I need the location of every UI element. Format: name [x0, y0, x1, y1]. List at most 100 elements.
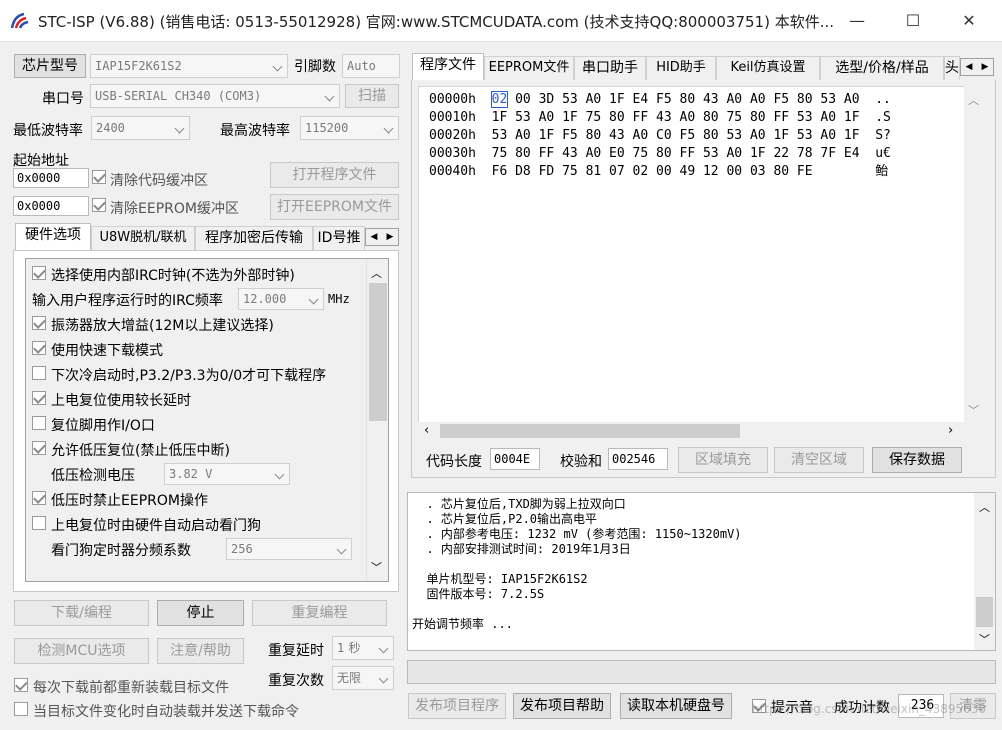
- auto-reload-checkbox[interactable]: [14, 702, 28, 716]
- hex-byte[interactable]: 53: [797, 128, 813, 143]
- hex-byte[interactable]: A0: [515, 128, 531, 143]
- publish-help-button[interactable]: 发布项目帮助: [513, 693, 611, 719]
- hex-byte[interactable]: 75: [726, 110, 742, 125]
- hex-byte[interactable]: FF: [773, 110, 789, 125]
- pins-select[interactable]: Auto: [342, 54, 400, 78]
- hex-byte[interactable]: 7F: [820, 146, 836, 161]
- irc-freq-select[interactable]: 12.000: [238, 288, 324, 310]
- reset-pin-io-checkbox[interactable]: [32, 416, 46, 430]
- options-scroll-thumb[interactable]: [369, 283, 387, 421]
- hex-byte[interactable]: 43: [656, 110, 672, 125]
- hex-byte[interactable]: 1F: [750, 146, 766, 161]
- open-eeprom-file-button[interactable]: 打开EEPROM文件: [270, 194, 399, 220]
- hex-byte[interactable]: FF: [680, 146, 696, 161]
- clear-region-button[interactable]: 清空区域: [774, 447, 864, 473]
- hex-byte[interactable]: 1F: [844, 110, 860, 125]
- open-program-file-button[interactable]: 打开程序文件: [270, 162, 399, 188]
- tab-hardware-options[interactable]: 硬件选项: [15, 223, 91, 250]
- hex-byte[interactable]: E0: [609, 146, 625, 161]
- hex-byte[interactable]: 53: [726, 128, 742, 143]
- code-start-address-input[interactable]: 0x0000: [13, 168, 89, 188]
- hex-byte[interactable]: 1F: [539, 128, 555, 143]
- hex-vscrollbar[interactable]: ︿ ﹀: [964, 86, 984, 424]
- tab-hid-assistant[interactable]: HID助手: [646, 56, 716, 80]
- hex-byte[interactable]: FD: [539, 164, 555, 179]
- hex-scroll-down-icon[interactable]: ﹀: [968, 402, 979, 418]
- log-scrollbar[interactable]: ︿ ﹀: [974, 493, 995, 650]
- hex-byte[interactable]: 49: [680, 164, 696, 179]
- hex-byte[interactable]: 43: [562, 146, 578, 161]
- hex-byte[interactable]: F5: [656, 92, 672, 107]
- hex-byte[interactable]: 80: [703, 110, 719, 125]
- left-tab-scroll[interactable]: ◀ ▶: [365, 228, 399, 246]
- hex-scroll-left-icon[interactable]: ‹: [424, 423, 429, 438]
- hex-byte[interactable]: 03: [750, 164, 766, 179]
- region-fill-button[interactable]: 区域填充: [678, 447, 768, 473]
- tab-keil-sim[interactable]: Keil仿真设置: [716, 56, 820, 80]
- hex-byte[interactable]: 00: [726, 164, 742, 179]
- hex-byte[interactable]: D8: [515, 164, 531, 179]
- repeat-program-button[interactable]: 重复编程: [252, 600, 387, 626]
- chip-model-select[interactable]: IAP15F2K61S2: [90, 54, 288, 78]
- hex-byte[interactable]: 80: [656, 146, 672, 161]
- hex-byte[interactable]: 80: [797, 92, 813, 107]
- options-scrollbar[interactable]: ︿ ﹀: [366, 259, 388, 581]
- hex-byte[interactable]: 80: [773, 164, 789, 179]
- hex-byte[interactable]: A0: [539, 110, 555, 125]
- max-baud-select[interactable]: 115200: [300, 116, 399, 140]
- hex-byte[interactable]: A0: [586, 92, 602, 107]
- hex-byte[interactable]: A0: [844, 92, 860, 107]
- maximize-button[interactable]: ☐: [890, 0, 936, 42]
- minimize-button[interactable]: —: [834, 0, 880, 42]
- read-disk-id-button[interactable]: 读取本机硬盘号: [620, 693, 732, 719]
- lv-eeprom-checkbox[interactable]: [32, 491, 46, 505]
- hex-byte[interactable]: 3D: [539, 92, 555, 107]
- hex-byte[interactable]: F5: [562, 128, 578, 143]
- hex-byte[interactable]: 1F: [609, 92, 625, 107]
- hex-view[interactable]: 00000h 02 00 3D 53 A0 1F E4 F5 80 43 A0 …: [418, 86, 966, 440]
- hex-byte[interactable]: A0: [726, 92, 742, 107]
- hex-byte[interactable]: 1F: [844, 128, 860, 143]
- hex-byte[interactable]: 75: [633, 146, 649, 161]
- tab-encrypt[interactable]: 程序加密后传输: [195, 226, 313, 250]
- hex-byte[interactable]: 80: [750, 110, 766, 125]
- hex-byte[interactable]: A0: [586, 146, 602, 161]
- download-program-button[interactable]: 下载/编程: [14, 600, 149, 626]
- save-data-button[interactable]: 保存数据: [872, 447, 962, 473]
- left-tab-next-icon[interactable]: ▶: [382, 229, 398, 245]
- osc-gain-checkbox[interactable]: [32, 316, 46, 330]
- hex-byte[interactable]: F5: [680, 128, 696, 143]
- hex-byte[interactable]: E4: [633, 92, 649, 107]
- hex-byte[interactable]: 80: [586, 128, 602, 143]
- hex-byte[interactable]: A0: [633, 128, 649, 143]
- hex-byte[interactable]: A0: [820, 128, 836, 143]
- hex-byte[interactable]: A0: [750, 92, 766, 107]
- hex-byte[interactable]: A0: [750, 128, 766, 143]
- repeat-delay-select[interactable]: 1 秒: [332, 636, 394, 660]
- right-tab-prev-icon[interactable]: ◀: [961, 59, 977, 75]
- hex-byte[interactable]: 80: [515, 146, 531, 161]
- p32-p33-checkbox[interactable]: [32, 366, 46, 380]
- irc-clock-checkbox[interactable]: [32, 266, 46, 280]
- log-scroll-thumb[interactable]: [976, 597, 993, 627]
- left-tab-prev-icon[interactable]: ◀: [366, 229, 382, 245]
- scroll-up-icon[interactable]: ︿: [371, 265, 382, 281]
- hex-byte[interactable]: 80: [703, 128, 719, 143]
- clear-eeprom-buffer-checkbox[interactable]: [92, 198, 106, 212]
- hex-byte[interactable]: 02: [633, 164, 649, 179]
- log-scroll-down-icon[interactable]: ﹀: [979, 631, 990, 647]
- hex-byte[interactable]: 22: [773, 146, 789, 161]
- tab-selection-price[interactable]: 选型/价格/样品: [820, 56, 944, 80]
- hex-hscroll-thumb[interactable]: [440, 424, 740, 438]
- hex-byte[interactable]: 75: [562, 164, 578, 179]
- repeat-count-select[interactable]: 无限: [332, 666, 394, 690]
- auto-watchdog-checkbox[interactable]: [32, 516, 46, 530]
- close-button[interactable]: ✕: [946, 0, 992, 42]
- check-mcu-button[interactable]: 检测MCU选项: [14, 638, 149, 664]
- hex-byte[interactable]: 02: [490, 91, 509, 108]
- lvd-voltage-select[interactable]: 3.82 V: [164, 463, 290, 485]
- tab-eeprom-file[interactable]: EEPROM文件: [484, 56, 574, 80]
- hex-byte[interactable]: FE: [797, 164, 813, 179]
- hex-byte[interactable]: FF: [539, 146, 555, 161]
- hex-byte[interactable]: 43: [703, 92, 719, 107]
